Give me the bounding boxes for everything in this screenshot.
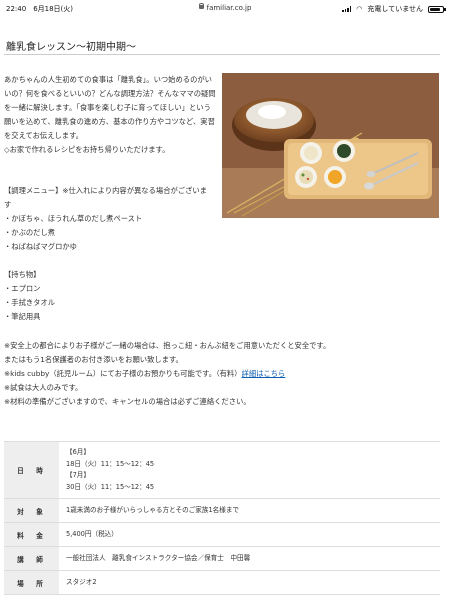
belongings-item: ・手拭きタオル bbox=[4, 298, 56, 307]
note-line: ※試食は大人のみです。 bbox=[4, 383, 83, 392]
table-row: 講 師 一般社団法人 離乳食インストラクター協会／保育士 中田馨 bbox=[4, 546, 440, 571]
note-line: またはもう1名保護者のお付き添いをお願い致します。 bbox=[4, 355, 183, 364]
row-label: 料 金 bbox=[4, 522, 59, 547]
table-row: 場 所 スタジオ2 bbox=[4, 570, 440, 595]
belongings-heading: 【持ち物】 bbox=[4, 270, 41, 279]
row-label: 対 象 bbox=[4, 498, 59, 523]
table-row: 日 時 【6月】 18日（火）11：15〜12：45 【7月】 30日（火）11… bbox=[4, 441, 440, 499]
menu-item: ・ねばねばマグロかゆ bbox=[4, 242, 77, 251]
intro-text: あかちゃんの人生初めての食事は「離乳食」。いつ始めるのがいいの？何を食べるといい… bbox=[4, 73, 218, 157]
intro-note: ◇お家で作れるレシピをお持ち帰りいただけます。 bbox=[4, 145, 170, 154]
wifi-icon: ◠ bbox=[356, 5, 363, 13]
table-row: 対 象 1歳未満のお子様がいらっしゃる方とそのご家族1名様まで bbox=[4, 498, 440, 523]
note-line: ※材料の準備がございますので、キャンセルの場合は必ずご連絡ください。 bbox=[4, 397, 251, 406]
row-label: 日 時 bbox=[4, 441, 59, 499]
belongings-item: ・筆記用具 bbox=[4, 312, 41, 321]
row-label: 場 所 bbox=[4, 570, 59, 595]
row-label: 講 師 bbox=[4, 546, 59, 571]
charging-status: 充電していません bbox=[367, 5, 423, 13]
battery-icon bbox=[428, 5, 446, 13]
signal-icon bbox=[342, 6, 352, 12]
lock-icon bbox=[198, 2, 204, 9]
details-link[interactable]: 詳細はこちら bbox=[242, 369, 286, 378]
row-value: 【6月】 18日（火）11：15〜12：45 【7月】 30日（火）11：15〜… bbox=[59, 441, 440, 499]
title-divider bbox=[4, 54, 440, 55]
note-line: ※kids cubby（託児ルーム）にてお子様のお預かりも可能です。（有料）詳細… bbox=[4, 369, 286, 378]
baby-food-photo-art bbox=[222, 73, 439, 218]
menu-item: ・かぼちゃ、ほうれん草のだし煮ペースト bbox=[4, 214, 143, 223]
menu-item: ・かぶのだし煮 bbox=[4, 228, 56, 237]
row-value: 一般社団法人 離乳食インストラクター協会／保育士 中田馨 bbox=[59, 546, 440, 571]
intro-paragraph: あかちゃんの人生初めての食事は「離乳食」。いつ始めるのがいいの？何を食べるといい… bbox=[4, 75, 216, 140]
belongings-section: 【持ち物】 ・エプロン ・手拭きタオル ・筆記用具 bbox=[4, 268, 214, 324]
menu-section: 【調理メニュー】※仕入れにより内容が異なる場合がございます ・かぼちゃ、ほうれん… bbox=[4, 184, 214, 254]
event-info-table: 日 時 【6月】 18日（火）11：15〜12：45 【7月】 30日（火）11… bbox=[4, 441, 440, 595]
table-row: 料 金 5,400円（税込） bbox=[4, 522, 440, 547]
row-value: スタジオ2 bbox=[59, 570, 440, 595]
note-line: ※安全上の都合によりお子様がご一緒の場合は、抱っこ紐・おんぶ紐をご用意いただくと… bbox=[4, 341, 331, 350]
baby-food-photo bbox=[222, 73, 439, 218]
status-bar: 22:40 6月18日(火) familiar.co.jp ◠ 充電していません bbox=[0, 0, 450, 20]
menu-heading: 【調理メニュー】※仕入れにより内容が異なる場合がございます bbox=[4, 186, 207, 209]
row-value: 1歳未満のお子様がいらっしゃる方とそのご家族1名様まで bbox=[59, 498, 440, 523]
row-value: 5,400円（税込） bbox=[59, 522, 440, 547]
url-text: familiar.co.jp bbox=[206, 4, 252, 12]
belongings-item: ・エプロン bbox=[4, 284, 41, 293]
notes-section: ※安全上の都合によりお子様がご一緒の場合は、抱っこ紐・おんぶ紐をご用意いただくと… bbox=[4, 339, 434, 409]
page-title: 離乳食レッスン〜初期中期〜 bbox=[6, 42, 136, 53]
battery-fill bbox=[430, 7, 440, 11]
